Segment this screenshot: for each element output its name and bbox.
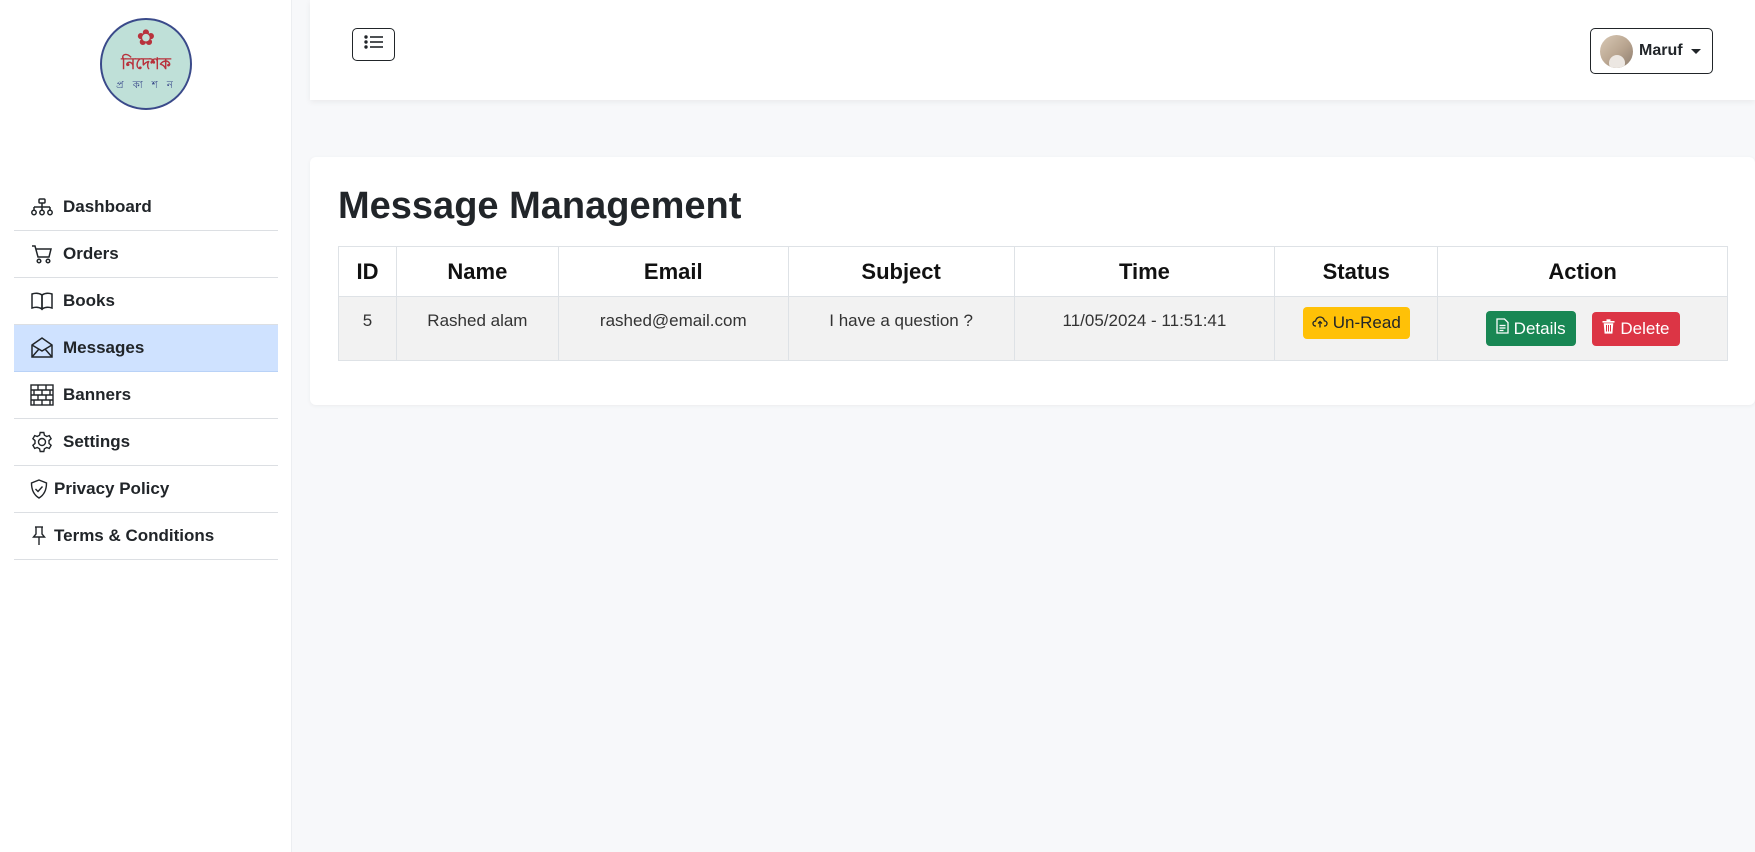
- sitemap-icon: [30, 195, 54, 219]
- column-header-subject: Subject: [787, 246, 1015, 297]
- cell-subject: I have a question ?: [787, 296, 1015, 361]
- message-management-card: Message Management ID Name Email Subject…: [310, 157, 1755, 405]
- column-header-action: Action: [1437, 246, 1728, 297]
- table-header-row: ID Name Email Subject Time Status Action: [338, 246, 1728, 297]
- cell-name: Rashed alam: [395, 296, 559, 361]
- sidebar-item-label: Orders: [63, 244, 119, 263]
- sidebar-item-label: Banners: [63, 385, 132, 404]
- pin-icon: [30, 524, 48, 548]
- status-badge: Un-Read: [1302, 307, 1410, 339]
- menu-toggle-button[interactable]: [352, 28, 395, 61]
- logo-subtext: প্র কা শ ন: [116, 80, 176, 91]
- sidebar-item-label: Privacy Policy: [54, 479, 170, 498]
- delete-button[interactable]: Delete: [1592, 312, 1680, 346]
- user-menu-dropdown[interactable]: Maruf: [1590, 28, 1713, 74]
- sidebar-item-books[interactable]: Books: [14, 278, 278, 325]
- cell-action: Details Delete: [1437, 296, 1728, 361]
- bricks-icon: [30, 383, 54, 407]
- caret-down-icon: [1690, 48, 1701, 54]
- details-button[interactable]: Details: [1485, 311, 1576, 346]
- page-title: Message Management: [338, 185, 742, 227]
- logo-text: নিদেশক: [121, 54, 171, 73]
- column-header-id: ID: [338, 246, 397, 297]
- sidebar-item-label: Settings: [63, 432, 131, 451]
- sidebar-item-label: Terms & Conditions: [54, 526, 215, 545]
- cell-email: rashed@email.com: [557, 296, 789, 361]
- gear-icon: [30, 430, 54, 454]
- brand-logo[interactable]: ✿ নিদেশক প্র কা শ ন: [100, 18, 192, 110]
- column-header-email: Email: [557, 246, 789, 297]
- book-icon: [30, 289, 54, 313]
- user-name: Maruf: [1639, 42, 1683, 59]
- cart-icon: [30, 242, 54, 266]
- cell-id: 5: [338, 296, 397, 361]
- shield-check-icon: [30, 477, 48, 501]
- delete-label: Delete: [1620, 319, 1670, 338]
- file-text-icon: [1496, 318, 1509, 339]
- top-bar: Maruf: [310, 0, 1755, 100]
- trash-icon: [1602, 319, 1615, 339]
- sidebar-item-settings[interactable]: Settings: [14, 419, 278, 466]
- sidebar-item-messages[interactable]: Messages: [14, 325, 278, 372]
- sidebar-item-orders[interactable]: Orders: [14, 231, 278, 278]
- cloud-upload-icon: [1312, 313, 1328, 333]
- logo-emblem-icon: ✿: [136, 25, 156, 50]
- column-header-time: Time: [1013, 246, 1276, 297]
- status-label: Un-Read: [1332, 313, 1401, 332]
- sidebar-item-label: Messages: [63, 338, 145, 357]
- sidebar-item-label: Dashboard: [63, 197, 152, 216]
- column-header-status: Status: [1274, 246, 1439, 297]
- sidebar-item-privacy-policy[interactable]: Privacy Policy: [14, 466, 278, 513]
- sidebar-item-banners[interactable]: Banners: [14, 372, 278, 419]
- cell-status: Un-Read: [1274, 296, 1439, 361]
- list-icon: [363, 35, 384, 54]
- column-header-name: Name: [395, 246, 559, 297]
- sidebar-item-label: Books: [63, 291, 115, 310]
- envelope-icon: [30, 336, 54, 360]
- avatar: [1600, 34, 1633, 68]
- sidebar-item-terms-conditions[interactable]: Terms & Conditions: [14, 513, 278, 560]
- cell-time: 11/05/2024 - 11:51:41: [1013, 296, 1276, 361]
- details-label: Details: [1513, 318, 1566, 338]
- sidebar: ✿ নিদেশক প্র কা শ ন Dashboard Orders Boo…: [0, 0, 292, 852]
- sidebar-item-dashboard[interactable]: Dashboard: [14, 184, 278, 231]
- table-row: 5 Rashed alam rashed@email.com I have a …: [338, 296, 1728, 361]
- sidebar-nav: Dashboard Orders Books Messages Banners …: [14, 184, 278, 560]
- messages-table: ID Name Email Subject Time Status Action…: [338, 246, 1728, 361]
